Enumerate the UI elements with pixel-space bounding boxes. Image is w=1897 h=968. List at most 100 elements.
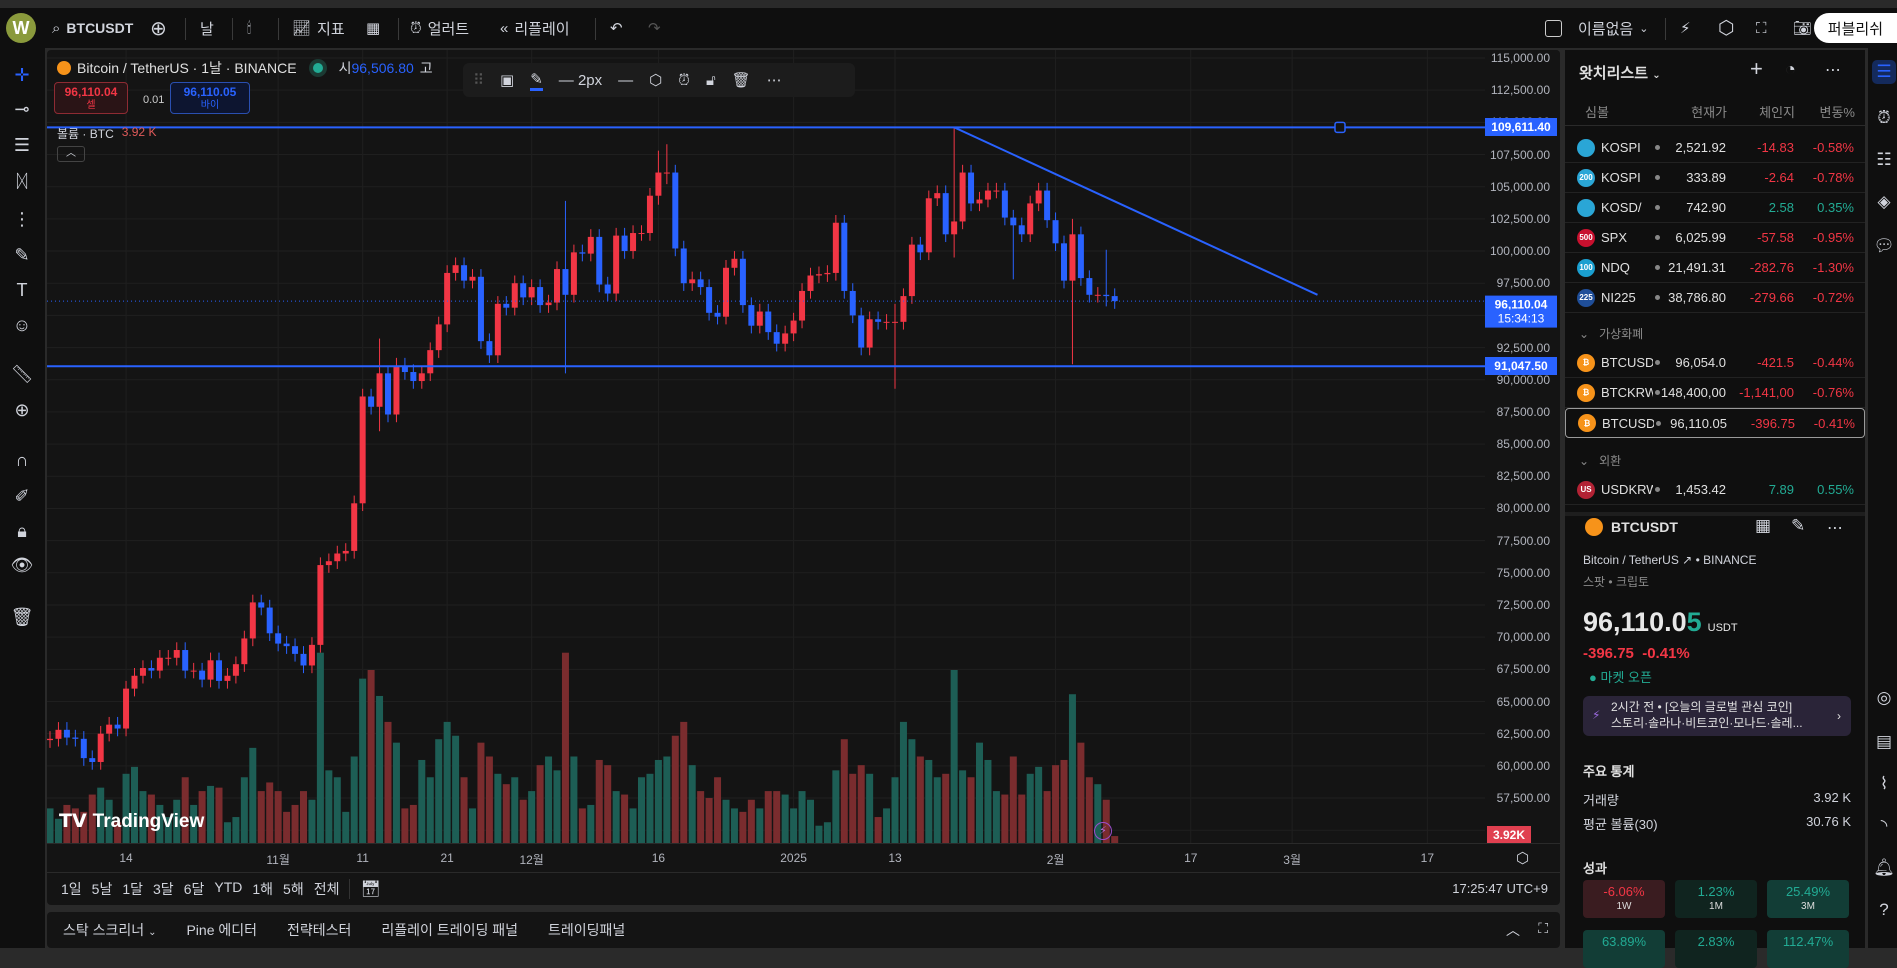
tab-pine-editor[interactable]: Pine 에디터 xyxy=(186,920,257,940)
ideas-toggle[interactable]: ⌇ xyxy=(1872,772,1896,796)
fib-tool[interactable]: ☰ xyxy=(8,131,36,159)
performance-tile[interactable]: 63.89% xyxy=(1583,930,1665,968)
add-symbol-icon[interactable]: + xyxy=(1750,56,1763,82)
pattern-tool[interactable]: ᛞ xyxy=(8,167,36,195)
unlock-icon[interactable]: 🔓︎ xyxy=(706,72,716,89)
axis-settings-icon[interactable]: ⬡ xyxy=(1516,849,1529,867)
more-icon[interactable]: ⋯ xyxy=(767,71,782,89)
range-7[interactable]: 5해 xyxy=(283,879,304,899)
fullscreen-button[interactable]: ⛶ xyxy=(1756,8,1767,48)
range-6[interactable]: 1해 xyxy=(252,879,273,899)
pie-chart-icon[interactable]: ◔ xyxy=(1785,59,1796,80)
interval-button[interactable]: 날 xyxy=(200,8,214,48)
range-1[interactable]: 5날 xyxy=(92,879,113,899)
chart-type-button[interactable]: 🕯︎ xyxy=(247,8,251,48)
alert-button[interactable]: ⏰︎ 얼러트 xyxy=(410,8,469,48)
notifications-toggle[interactable]: 🔔︎ xyxy=(1872,856,1896,880)
brush-tool[interactable]: ✎ xyxy=(8,241,36,269)
snapshot-button[interactable]: 📷︎ xyxy=(1793,8,1812,48)
clock[interactable]: 17:25:47 UTC+9 xyxy=(1452,881,1548,896)
indicators-button[interactable]: 📈︎ 지표 xyxy=(292,8,345,48)
watchlist-row[interactable]: 500 SPX 6,025.99 -57.58 -0.95% xyxy=(1565,223,1865,253)
maximize-panel-icon[interactable]: ⛶ xyxy=(1538,920,1548,937)
watchlist-row[interactable]: 100 NDQ 21,491.31 -282.76 -1.30% xyxy=(1565,253,1865,283)
performance-tile[interactable]: 112.47% xyxy=(1767,930,1849,968)
symbol-search-button[interactable]: ⌕ BTCUSDT xyxy=(52,8,133,48)
watchlist-toggle[interactable]: ☰ xyxy=(1872,60,1896,84)
redo-button[interactable]: ↷ xyxy=(648,8,661,48)
settings-button[interactable]: ⬡ xyxy=(1718,8,1735,48)
user-avatar[interactable]: W xyxy=(6,13,36,43)
drag-handle-icon[interactable]: ⠿ xyxy=(473,71,484,89)
undo-button[interactable]: ↶ xyxy=(610,8,623,48)
header-pct[interactable]: 변동% xyxy=(1795,102,1855,125)
performance-tile[interactable]: 25.49% 3M xyxy=(1767,880,1849,918)
layout-checkbox[interactable] xyxy=(1545,8,1562,48)
group-crypto[interactable]: ⌄ 가상화폐 xyxy=(1579,325,1643,342)
pencil-color-icon[interactable]: ✎ xyxy=(530,70,543,91)
alert-add-icon[interactable]: ⏰︎ xyxy=(678,72,690,89)
header-change[interactable]: 체인지 xyxy=(1727,102,1795,125)
range-5[interactable]: YTD xyxy=(214,879,242,899)
sell-button[interactable]: 96,110.04 셀 xyxy=(54,82,128,114)
range-2[interactable]: 1달 xyxy=(122,879,143,899)
help-toggle[interactable]: ? xyxy=(1872,898,1896,922)
performance-tile[interactable]: -6.06% 1W xyxy=(1583,880,1665,918)
watchlist-row[interactable]: US USDKRW 1,453.42 7.89 0.55% xyxy=(1565,475,1865,505)
calendar-toggle[interactable]: ▤ xyxy=(1872,730,1896,754)
group-fx[interactable]: ⌄ 외환 xyxy=(1579,452,1621,469)
emoji-tool[interactable]: ☺ xyxy=(8,311,36,339)
news-card[interactable]: ⚡︎ 2시간 전 • [오늘의 글로벌 관심 코인] 스토리·솔라나·비트코인·… xyxy=(1583,696,1851,736)
tradingview-logo[interactable]: 𝗧𝗩 TradingView xyxy=(59,810,204,833)
performance-tile[interactable]: 1.23% 1M xyxy=(1675,880,1757,918)
replay-button[interactable]: « 리플레이 xyxy=(500,8,570,48)
more-icon[interactable]: ⋯ xyxy=(1827,518,1843,538)
edit-icon[interactable]: ✎ xyxy=(1791,516,1805,536)
object-tree-toggle[interactable]: ☷ xyxy=(1872,148,1896,172)
range-3[interactable]: 3달 xyxy=(153,879,174,899)
watchlist-row[interactable]: ₿ BTCUSDT 96,110.05 -396.75 -0.41% xyxy=(1565,408,1865,438)
price-chart[interactable] xyxy=(47,50,1485,843)
line-width-button[interactable]: — 2px xyxy=(559,72,602,89)
tab-stock-screener[interactable]: 스탁 스크리너 ⌄ xyxy=(63,920,156,940)
watchlist-row[interactable]: KOSD/ 742.90 2.58 0.35% xyxy=(1565,193,1865,223)
publish-button[interactable]: 퍼블리쉬 xyxy=(1813,13,1897,43)
stay-in-drawing-tool[interactable]: ✐ xyxy=(8,482,36,510)
lock-drawings-tool[interactable]: 🔒︎ xyxy=(8,517,36,545)
collapse-legend-button[interactable]: ︿ xyxy=(57,146,85,162)
magnet-tool[interactable]: ∩ xyxy=(8,446,36,474)
range-0[interactable]: 1일 xyxy=(61,879,82,899)
hotlist-toggle[interactable]: ◎ xyxy=(1872,686,1896,710)
range-8[interactable]: 전체 xyxy=(314,879,340,899)
watchlist-row[interactable]: 200 KOSPI 333.89 -2.64 -0.78% xyxy=(1565,163,1865,193)
compare-symbol-button[interactable]: ⊕ xyxy=(150,8,167,48)
quick-search-button[interactable]: ⚡︎ xyxy=(1680,8,1691,48)
line-style-icon[interactable]: — xyxy=(618,72,633,89)
streams-toggle[interactable]: ◝ xyxy=(1872,814,1896,838)
remove-drawings-tool[interactable]: 🗑︎ xyxy=(8,603,36,631)
prediction-tool[interactable]: ⋮ xyxy=(8,205,36,233)
zoom-in-tool[interactable]: ⊕ xyxy=(8,396,36,424)
grid-icon[interactable]: ▦ xyxy=(1755,516,1771,536)
crosshair-tool[interactable]: ✛ xyxy=(8,61,36,89)
tab-replay-trading-panel[interactable]: 리플레이 트레이딩 패널 xyxy=(381,920,518,940)
alerts-toggle[interactable]: ⏰︎ xyxy=(1872,106,1896,130)
header-last[interactable]: 현재가 xyxy=(1661,102,1727,125)
range-4[interactable]: 6달 xyxy=(184,879,205,899)
details-name[interactable]: Bitcoin / TetherUS xyxy=(1583,553,1679,567)
trendline-tool[interactable]: ⊸ xyxy=(8,95,36,123)
collapse-panel-icon[interactable]: ︿ xyxy=(1506,920,1520,940)
trash-icon[interactable]: 🗑︎ xyxy=(732,71,751,89)
buy-button[interactable]: 96,110.05 바이 xyxy=(170,82,250,114)
layers-toggle[interactable]: ◈ xyxy=(1872,190,1896,214)
ruler-tool[interactable]: 📏︎ xyxy=(8,360,36,388)
events-lightning-icon[interactable]: ⚡︎ xyxy=(1094,822,1112,840)
tab-trading-panel[interactable]: 트레이딩패널 xyxy=(548,920,625,940)
price-axis[interactable]: 115,000.00112,500.00110,000.00107,500.00… xyxy=(1485,50,1560,870)
time-axis[interactable]: ⬡ 14 11월 11 21 12월 16 2025 13 2월 17 3월 17 xyxy=(47,843,1560,871)
layout-name-dropdown[interactable]: 이름없음 ⌄ xyxy=(1578,8,1648,48)
text-tool[interactable]: T xyxy=(8,276,36,304)
hide-drawings-tool[interactable]: 👁︎ xyxy=(8,551,36,579)
watchlist-row[interactable]: ₿ BTCUSD 96,054.0 -421.5 -0.44% xyxy=(1565,348,1865,378)
watchlist-row[interactable]: KOSPI 2,521.92 -14.83 -0.58% xyxy=(1565,133,1865,163)
